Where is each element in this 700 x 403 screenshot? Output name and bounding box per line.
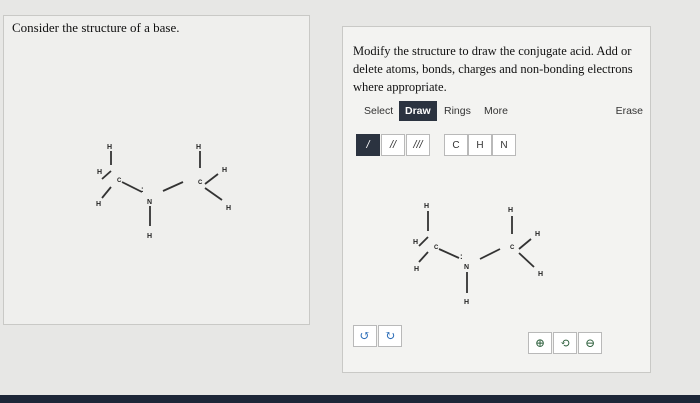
c-atom-label: C (117, 178, 122, 184)
single-bond-button[interactable]: / (356, 134, 380, 156)
h-atom-label: H (413, 239, 418, 246)
undo-icon[interactable]: ↺ (353, 325, 377, 347)
lone-pair-dots: : (141, 185, 144, 194)
instructions-text: Modify the structure to draw the conjuga… (353, 44, 633, 94)
bond-tool-group: / // /// (356, 134, 431, 156)
base-structure: H H H C : N H H C H H (96, 144, 231, 240)
h-atom-label: H (535, 231, 540, 238)
redo-icon[interactable]: ↻ (378, 325, 402, 347)
c-atom-label: C (434, 245, 439, 251)
h-atom-label: H (97, 169, 102, 176)
h-atom-label: H (107, 144, 112, 151)
h-atom-label: H (147, 233, 152, 240)
hydrogen-atom-button[interactable]: H (468, 134, 492, 156)
h-atom-label: H (226, 205, 231, 212)
draw-toolbar: Select Draw Rings More Erase (351, 99, 643, 123)
bottom-bar (0, 395, 700, 403)
h-atom-label: H (424, 203, 429, 210)
tab-select[interactable]: Select (359, 102, 398, 120)
h-atom-label: H (196, 144, 201, 151)
lone-pair-dots: : (460, 252, 463, 261)
double-bond-button[interactable]: // (381, 134, 405, 156)
h-atom-label: H (96, 201, 101, 208)
triple-bond-button[interactable]: /// (406, 134, 430, 156)
tab-more[interactable]: More (479, 102, 513, 120)
question-prompt: Consider the structure of a base. (12, 20, 180, 35)
h-atom-label: H (222, 167, 227, 174)
history-group: ↺ ↻ (353, 325, 403, 347)
tab-rings[interactable]: Rings (439, 102, 476, 120)
h-atom-label: H (508, 207, 513, 214)
h-atom-label: H (414, 266, 419, 273)
erase-button[interactable]: Erase (616, 105, 643, 117)
h-atom-label: H (538, 271, 543, 278)
carbon-atom-button[interactable]: C (444, 134, 468, 156)
nitrogen-atom-button[interactable]: N (492, 134, 516, 156)
zoom-group: ⊕ ⟲ ⊖ (528, 332, 603, 354)
tab-draw[interactable]: Draw (399, 101, 437, 121)
h-atom-label: H (464, 299, 469, 306)
zoom-in-icon[interactable]: ⊕ (528, 332, 552, 354)
editable-structure[interactable]: H H H C : N H H C H H (401, 199, 561, 319)
left-question-panel: Consider the structure of a base. H H H … (3, 15, 310, 325)
n-atom-label: N (147, 199, 152, 206)
zoom-out-icon[interactable]: ⊖ (578, 332, 602, 354)
atom-tool-group: C H N (444, 134, 516, 156)
c-atom-label: C (198, 180, 203, 186)
c-atom-label: C (510, 245, 515, 251)
reset-zoom-icon[interactable]: ⟲ (553, 332, 577, 354)
drawing-panel: Modify the structure to draw the conjuga… (342, 26, 651, 373)
n-atom-label: N (464, 264, 469, 271)
